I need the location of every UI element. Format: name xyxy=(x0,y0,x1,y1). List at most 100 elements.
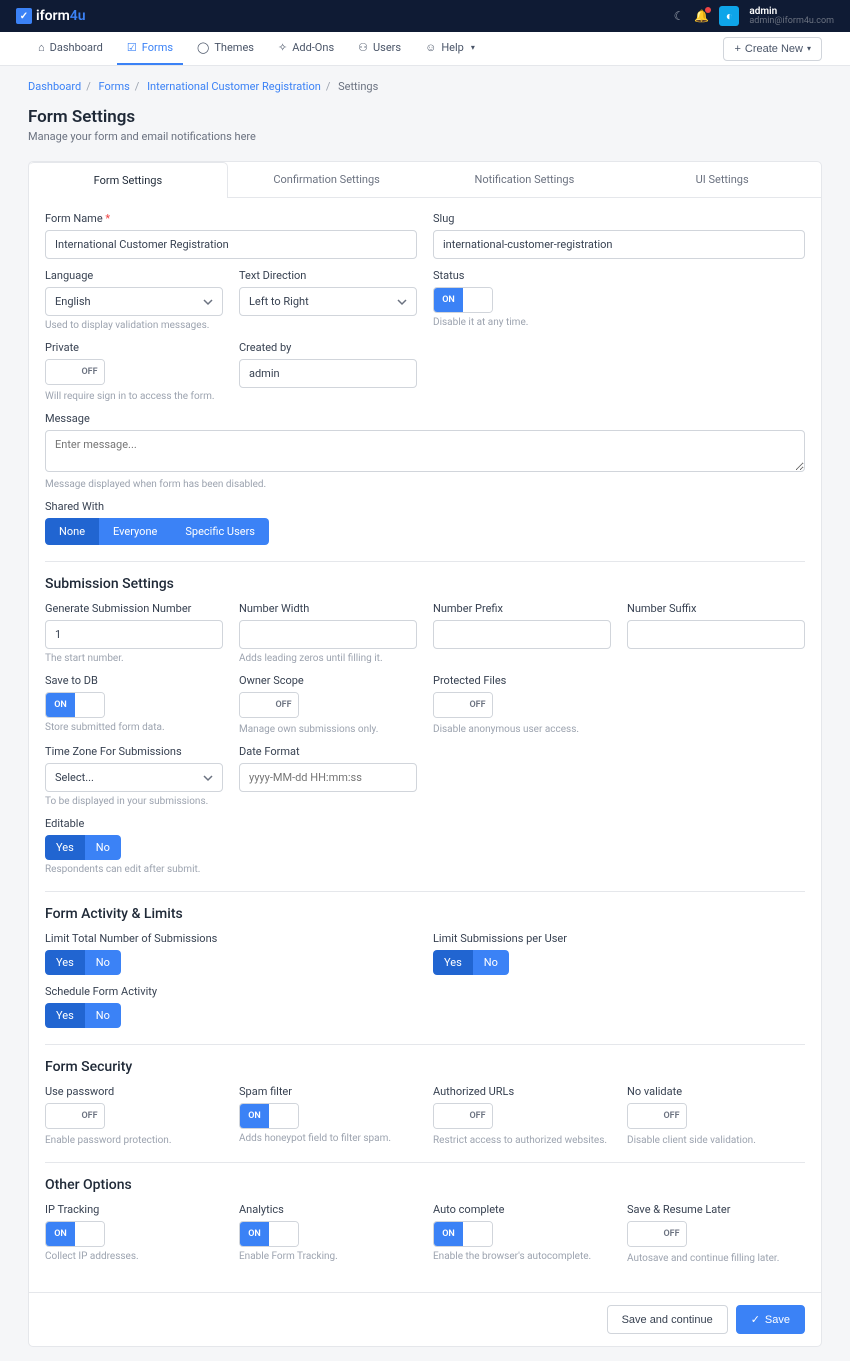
section-other: Other Options xyxy=(45,1162,805,1193)
theme-toggle-icon[interactable]: ☾ xyxy=(674,9,685,23)
tab-form-settings[interactable]: Form Settings xyxy=(29,162,228,198)
label-auth-urls: Authorized URLs xyxy=(433,1085,611,1098)
shared-everyone[interactable]: Everyone xyxy=(99,518,171,545)
help-num-width: Adds leading zeros until filling it. xyxy=(239,653,417,664)
use-password-toggle[interactable]: OFF xyxy=(45,1103,105,1129)
editable-group: YesNo xyxy=(45,835,121,860)
nav-addons[interactable]: ✧Add-Ons xyxy=(268,32,344,65)
limit-total-no[interactable]: No xyxy=(85,950,121,975)
label-limit-total: Limit Total Number of Submissions xyxy=(45,932,417,945)
brand-name: iform xyxy=(36,8,70,24)
autocomplete-toggle[interactable]: ON xyxy=(433,1221,493,1247)
section-security: Form Security xyxy=(45,1044,805,1075)
save-continue-button[interactable]: Save and continue xyxy=(607,1305,728,1334)
save-resume-toggle[interactable]: OFF xyxy=(627,1221,687,1247)
chevron-down-icon: ▾ xyxy=(471,43,475,52)
logo-icon: ✓ xyxy=(16,8,32,24)
page-title: Form Settings xyxy=(28,107,822,127)
help-save-db: Store submitted form data. xyxy=(45,722,223,733)
editable-no[interactable]: No xyxy=(85,835,121,860)
message-textarea[interactable] xyxy=(45,430,805,472)
created-by-input[interactable] xyxy=(239,359,417,388)
avatar[interactable]: ◐ xyxy=(719,6,739,26)
analytics-toggle[interactable]: ON xyxy=(239,1221,299,1247)
label-status: Status xyxy=(433,269,805,282)
nav-links: ⌂Dashboard ☑Forms ◯Themes ✧Add-Ons ⚇User… xyxy=(28,32,485,65)
timezone-select[interactable]: Select... xyxy=(45,763,223,792)
ip-tracking-toggle[interactable]: ON xyxy=(45,1221,105,1247)
date-format-input[interactable] xyxy=(239,763,417,792)
limit-total-yes[interactable]: Yes xyxy=(45,950,85,975)
num-prefix-input[interactable] xyxy=(433,620,611,649)
no-validate-toggle[interactable]: OFF xyxy=(627,1103,687,1129)
label-message: Message xyxy=(45,412,805,425)
private-toggle[interactable]: OFF xyxy=(45,359,105,385)
topbar-right: ☾ 🔔 ◐ admin admin@iform4u.com xyxy=(674,6,834,27)
protected-files-toggle[interactable]: OFF xyxy=(433,692,493,718)
limit-user-group: YesNo xyxy=(433,950,509,975)
breadcrumb-dashboard[interactable]: Dashboard xyxy=(28,80,81,93)
auth-urls-toggle[interactable]: OFF xyxy=(433,1103,493,1129)
check-icon: ✓ xyxy=(751,1313,760,1326)
label-no-validate: No validate xyxy=(627,1085,805,1098)
owner-scope-toggle[interactable]: OFF xyxy=(239,692,299,718)
topbar: ✓ iform4u ☾ 🔔 ◐ admin admin@iform4u.com xyxy=(0,0,850,32)
tab-notification[interactable]: Notification Settings xyxy=(426,162,624,197)
language-select[interactable]: English xyxy=(45,287,223,316)
label-autocomplete: Auto complete xyxy=(433,1203,611,1216)
shared-specific[interactable]: Specific Users xyxy=(171,518,269,545)
nav-themes[interactable]: ◯Themes xyxy=(187,32,264,65)
puzzle-icon: ✧ xyxy=(278,41,287,54)
num-suffix-input[interactable] xyxy=(627,620,805,649)
tab-confirmation[interactable]: Confirmation Settings xyxy=(228,162,426,197)
help-spam-filter: Adds honeypot field to filter spam. xyxy=(239,1133,417,1144)
editable-yes[interactable]: Yes xyxy=(45,835,85,860)
shared-none[interactable]: None xyxy=(45,518,99,545)
num-width-input[interactable] xyxy=(239,620,417,649)
label-form-name: Form Name xyxy=(45,212,417,225)
help-no-validate: Disable client side validation. xyxy=(627,1135,805,1146)
limit-user-no[interactable]: No xyxy=(473,950,509,975)
schedule-yes[interactable]: Yes xyxy=(45,1003,85,1028)
breadcrumb-forms[interactable]: Forms xyxy=(98,80,129,93)
tab-ui[interactable]: UI Settings xyxy=(623,162,821,197)
create-new-button[interactable]: +Create New▾ xyxy=(723,37,822,61)
gen-sub-num-input[interactable] xyxy=(45,620,223,649)
text-direction-select[interactable]: Left to Right xyxy=(239,287,417,316)
save-db-toggle[interactable]: ON xyxy=(45,692,105,718)
breadcrumb-current: Settings xyxy=(338,80,378,93)
label-num-prefix: Number Prefix xyxy=(433,602,611,615)
shared-with-group: None Everyone Specific Users xyxy=(45,518,269,545)
label-save-db: Save to DB xyxy=(45,674,223,687)
help-gen-sub-num: The start number. xyxy=(45,653,223,664)
breadcrumb-form[interactable]: International Customer Registration xyxy=(147,80,321,93)
brand-suffix: 4u xyxy=(70,8,86,24)
help-analytics: Enable Form Tracking. xyxy=(239,1251,417,1262)
label-spam-filter: Spam filter xyxy=(239,1085,417,1098)
section-submission: Submission Settings xyxy=(45,561,805,592)
nav-dashboard[interactable]: ⌂Dashboard xyxy=(28,32,113,65)
slug-input[interactable] xyxy=(433,230,805,259)
label-save-resume: Save & Resume Later xyxy=(627,1203,805,1216)
user-info[interactable]: admin admin@iform4u.com xyxy=(749,6,834,27)
limit-total-group: YesNo xyxy=(45,950,121,975)
help-owner-scope: Manage own submissions only. xyxy=(239,724,417,735)
notifications-icon[interactable]: 🔔 xyxy=(694,9,709,23)
save-button[interactable]: ✓Save xyxy=(736,1305,805,1334)
user-name: admin xyxy=(749,6,834,17)
schedule-no[interactable]: No xyxy=(85,1003,121,1028)
form-body: Form Name Slug Language English Used to … xyxy=(29,198,821,1292)
nav-users[interactable]: ⚇Users xyxy=(348,32,411,65)
section-activity: Form Activity & Limits xyxy=(45,891,805,922)
logo[interactable]: ✓ iform4u xyxy=(16,8,86,24)
form-name-input[interactable] xyxy=(45,230,417,259)
status-toggle[interactable]: ON xyxy=(433,287,493,313)
nav-forms[interactable]: ☑Forms xyxy=(117,32,183,65)
notification-dot xyxy=(705,7,711,13)
schedule-group: YesNo xyxy=(45,1003,121,1028)
limit-user-yes[interactable]: Yes xyxy=(433,950,473,975)
spam-filter-toggle[interactable]: ON xyxy=(239,1103,299,1129)
plus-icon: + xyxy=(734,43,740,55)
nav-help[interactable]: ☺Help▾ xyxy=(415,32,485,65)
users-icon: ⚇ xyxy=(358,41,368,54)
